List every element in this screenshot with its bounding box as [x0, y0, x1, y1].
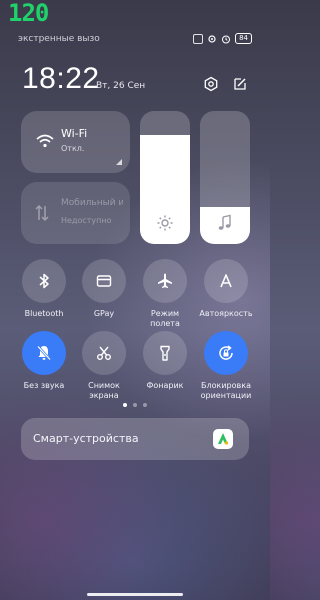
page-dot-1[interactable]: [123, 403, 127, 407]
mobile-data-title: Мобильный интернет: [61, 198, 123, 208]
smart-devices-bar[interactable]: Смарт-устройства: [21, 418, 249, 460]
silent-button[interactable]: [22, 331, 66, 375]
gpay-button[interactable]: [82, 259, 126, 303]
nfc-icon: [193, 33, 204, 44]
clock-date: Вт, 26 Сен: [96, 81, 146, 91]
brightness-icon: [156, 214, 174, 232]
wifi-tile[interactable]: Wi-Fi Откл.: [21, 111, 130, 173]
toggle-gpay[interactable]: GPay: [74, 259, 134, 319]
rotation-lock-icon: [219, 345, 233, 360]
toggle-airplane-mode[interactable]: Режим полета: [135, 259, 195, 329]
emergency-calls-text: экстренные вызовы: [18, 34, 100, 44]
mobile-data-tile[interactable]: Мобильный интернет Недоступно: [21, 182, 130, 244]
fps-counter: 120: [8, 0, 49, 27]
toggle-label: Блокировка ориентации: [200, 381, 252, 400]
page-dot-3[interactable]: [143, 403, 147, 407]
settings-hexagon-icon[interactable]: [203, 76, 219, 92]
rotation-lock-button[interactable]: [204, 331, 248, 375]
home-gesture-bar[interactable]: [87, 593, 183, 596]
flashlight-icon: [160, 345, 170, 361]
volume-slider[interactable]: [200, 111, 250, 244]
brightness-slider[interactable]: [140, 111, 190, 244]
toggle-label: Режим полета: [150, 309, 180, 328]
settings-gear-icon: [208, 34, 216, 43]
wifi-status: Откл.: [61, 144, 85, 153]
auto-brightness-icon: [220, 274, 232, 288]
toggle-label: Фонарик: [146, 381, 184, 390]
toggle-bluetooth[interactable]: Bluetooth: [14, 259, 74, 319]
screenshot-button[interactable]: [82, 331, 126, 375]
toggle-label: Снимок экрана: [88, 381, 120, 400]
toggle-label: Автояркость: [199, 309, 253, 318]
toggle-label: GPay: [93, 309, 115, 318]
airplane-icon: [158, 273, 172, 288]
mobile-data-icon: [35, 204, 49, 222]
smart-home-app-icon[interactable]: [213, 429, 233, 449]
bluetooth-icon: [39, 273, 49, 289]
page-indicator: [0, 403, 270, 407]
smart-devices-label: Смарт-устройства: [33, 432, 139, 445]
toggle-auto-brightness[interactable]: Автояркость: [196, 259, 256, 319]
wifi-title: Wi-Fi: [61, 127, 88, 140]
toggle-screenshot[interactable]: Снимок экрана: [74, 331, 134, 401]
clock-time: 18:22: [22, 62, 100, 95]
airplane-button[interactable]: [143, 259, 187, 303]
scissors-icon: [97, 346, 111, 360]
toggle-rotation-lock[interactable]: Блокировка ориентации: [196, 331, 256, 401]
alarm-icon: [222, 35, 231, 43]
status-bar: экстренные вызовы 84: [0, 30, 270, 48]
auto-brightness-button[interactable]: [204, 259, 248, 303]
toggle-flashlight[interactable]: Фонарик: [135, 331, 195, 391]
edit-icon[interactable]: [232, 76, 248, 92]
music-note-icon: [216, 214, 234, 232]
page-dot-2[interactable]: [133, 403, 137, 407]
toggle-label: Без звука: [23, 381, 65, 390]
battery-indicator: 84: [235, 33, 252, 44]
toggle-label: Bluetooth: [24, 309, 64, 318]
bell-off-icon: [37, 345, 51, 361]
status-icons: 84: [193, 33, 252, 44]
flashlight-button[interactable]: [143, 331, 187, 375]
card-icon: [96, 275, 112, 287]
wifi-expand-indicator: [116, 159, 122, 165]
bluetooth-button[interactable]: [22, 259, 66, 303]
wifi-icon: [35, 133, 55, 149]
mobile-data-status: Недоступно: [61, 216, 112, 225]
toggle-silent[interactable]: Без звука: [14, 331, 74, 391]
